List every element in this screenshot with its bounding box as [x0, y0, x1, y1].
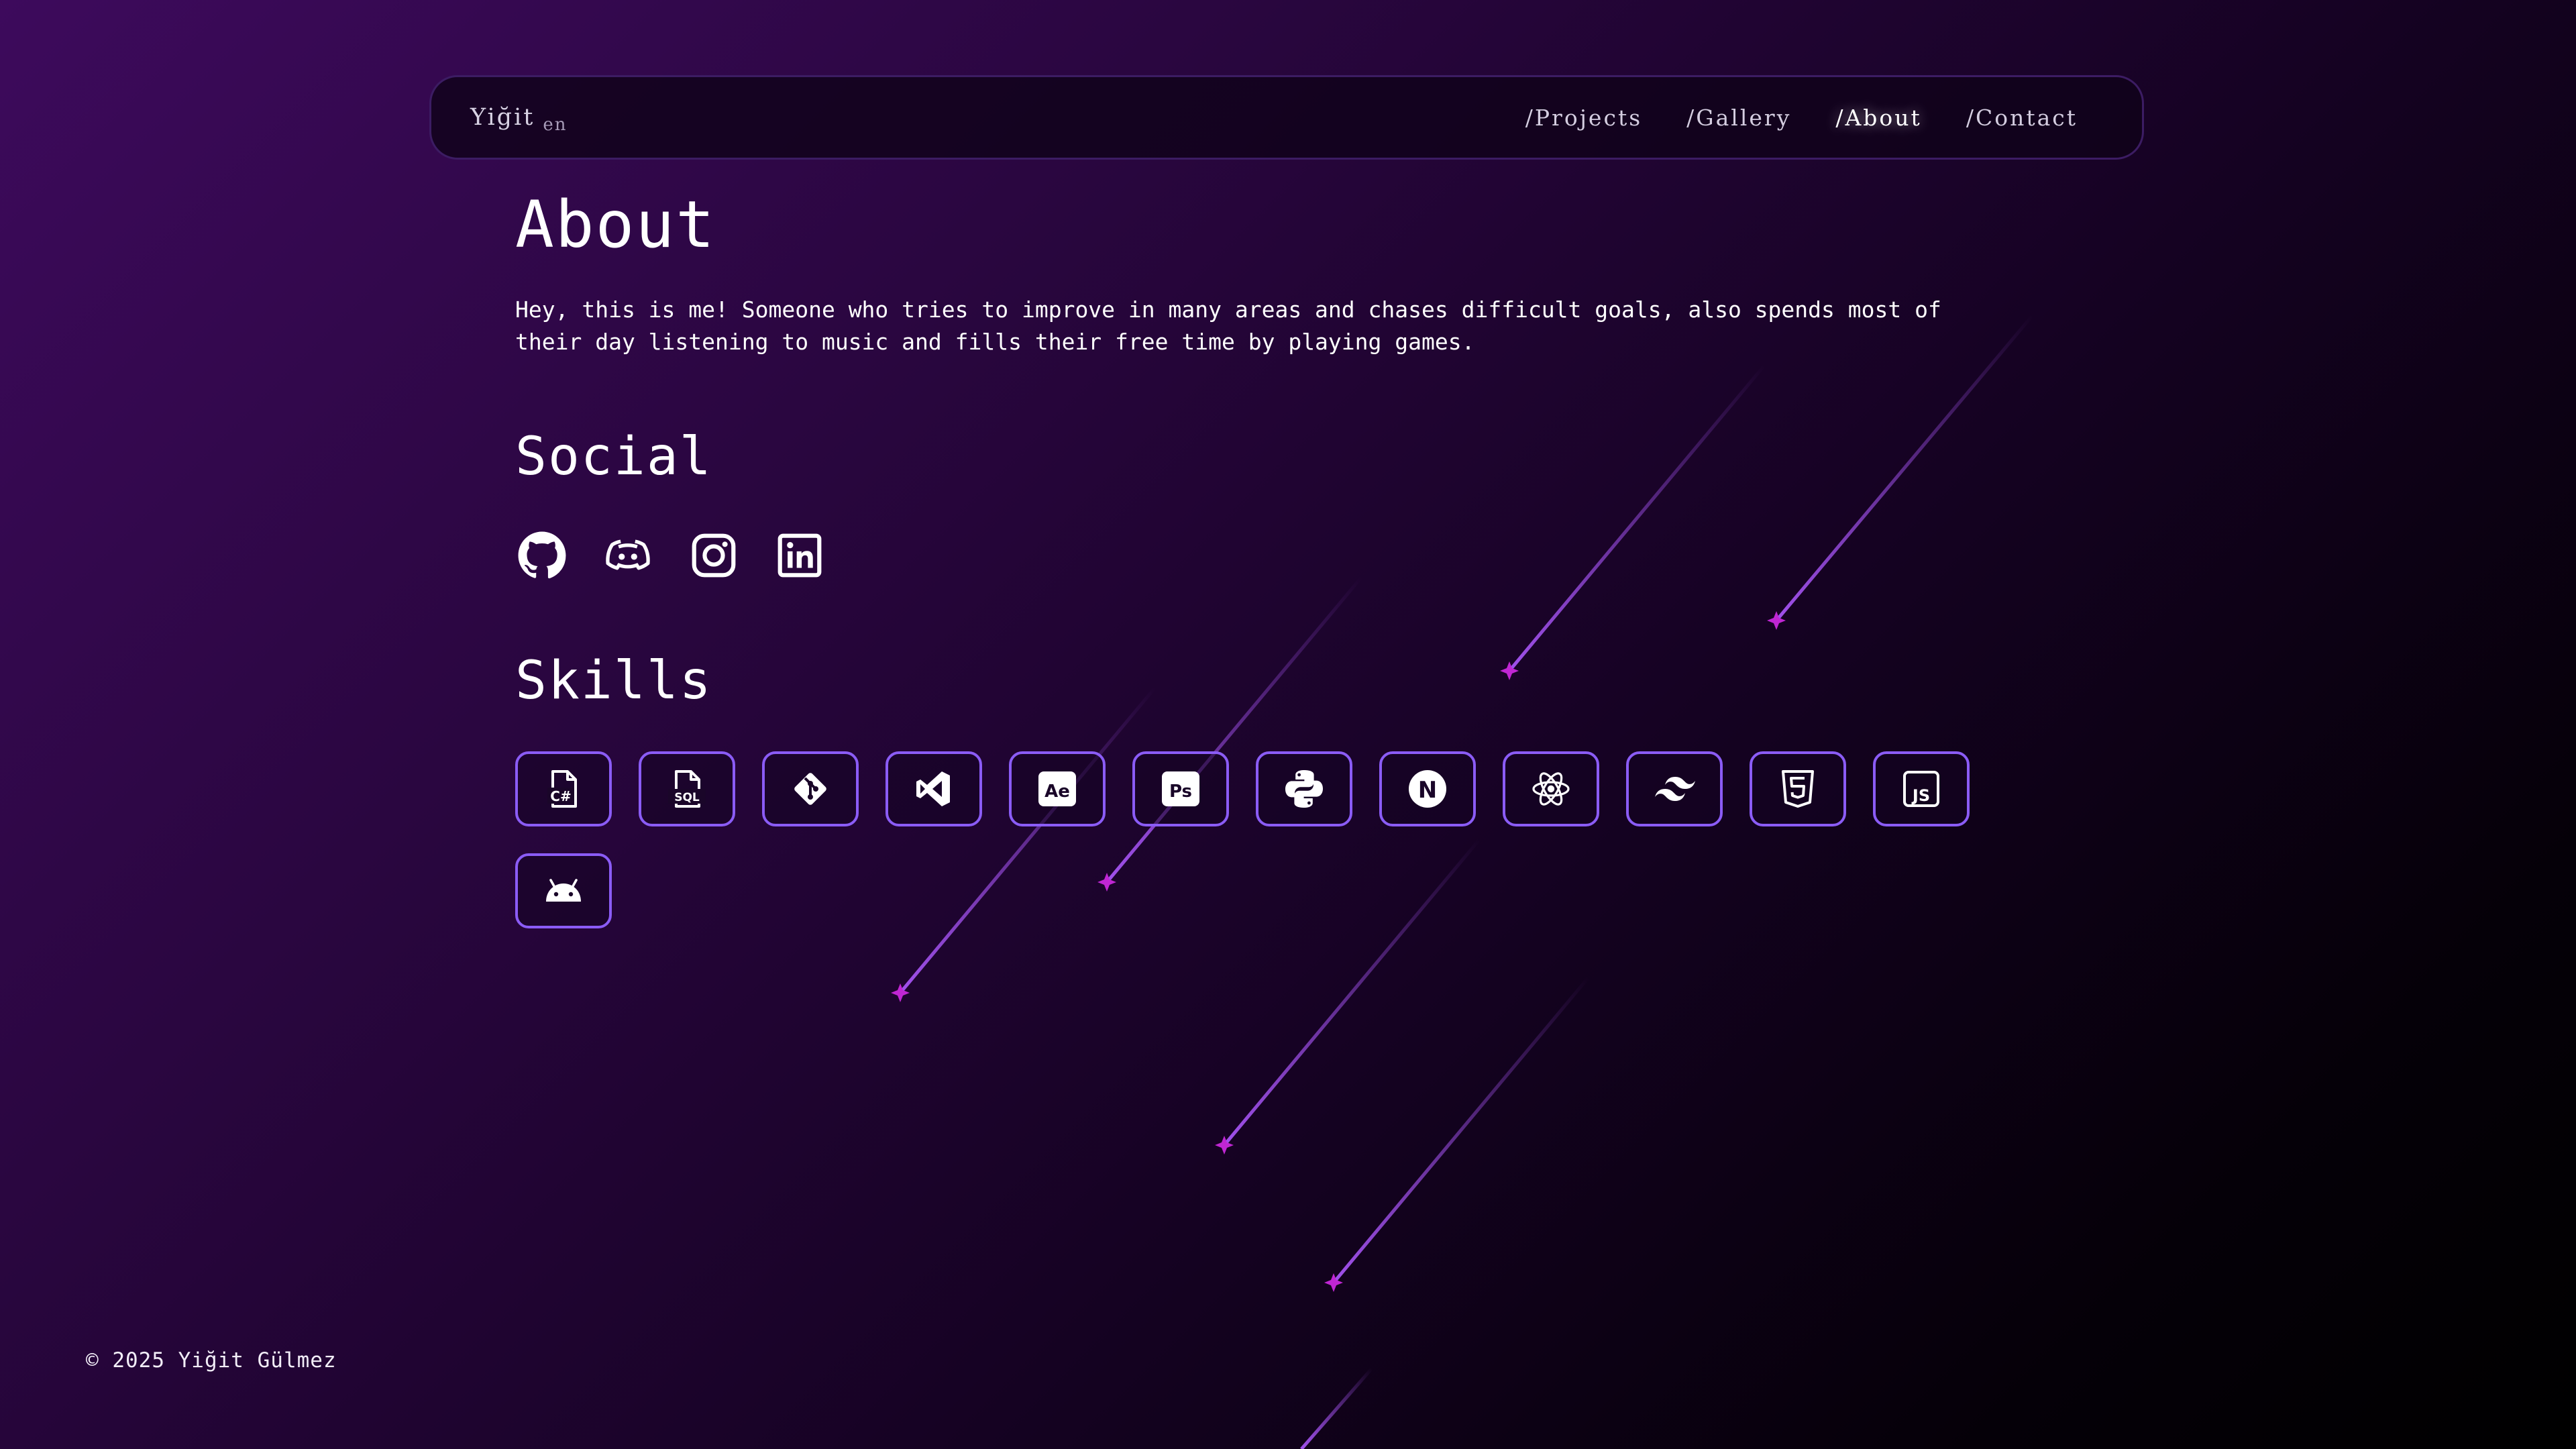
javascript-icon: JS — [1903, 771, 1939, 807]
footer-copyright: © 2025 Yiğit Gülmez — [86, 1348, 337, 1373]
github-icon — [518, 531, 566, 579]
javascript-label: JS — [1911, 786, 1930, 805]
skill-vscode[interactable] — [885, 751, 982, 826]
nav-link-contact[interactable]: /Contact — [1966, 105, 2078, 131]
skill-react[interactable] — [1503, 751, 1599, 826]
after-effects-label: Ae — [1044, 782, 1070, 802]
instagram-link[interactable] — [687, 529, 741, 582]
skill-html5[interactable] — [1750, 751, 1846, 826]
csharp-icon: C# — [547, 770, 577, 808]
social-links — [515, 529, 1991, 582]
brand[interactable]: Yiğit en — [470, 104, 568, 135]
android-icon — [546, 879, 581, 902]
sql-icon: SQL — [668, 770, 706, 808]
skill-tailwind[interactable] — [1626, 751, 1723, 826]
nextjs-icon: N — [1409, 770, 1446, 808]
sql-label: SQL — [674, 791, 700, 804]
react-icon — [1532, 772, 1570, 806]
main-content: About Hey, this is me! Someone who tries… — [515, 188, 1991, 928]
page-title: About — [515, 187, 716, 262]
top-navbar: Yiğit en /Projects /Gallery /About /Cont… — [429, 75, 2144, 160]
photoshop-label: Ps — [1169, 782, 1192, 802]
skill-javascript[interactable]: JS — [1873, 751, 1970, 826]
python-icon — [1285, 770, 1323, 808]
skill-android[interactable] — [515, 853, 612, 928]
nav-link-projects[interactable]: /Projects — [1525, 105, 1642, 131]
skill-nextjs[interactable]: N — [1379, 751, 1476, 826]
language-switch[interactable]: en — [543, 115, 567, 135]
linkedin-icon — [777, 533, 822, 578]
skill-after-effects[interactable]: Ae — [1009, 751, 1106, 826]
nav-link-gallery[interactable]: /Gallery — [1686, 105, 1791, 131]
nav-links: /Projects /Gallery /About /Contact — [1525, 105, 2078, 131]
nextjs-label: N — [1418, 777, 1437, 804]
about-text: Hey, this is me! Someone who tries to im… — [515, 297, 1941, 355]
vscode-icon — [916, 771, 950, 806]
skill-csharp[interactable]: C# — [515, 751, 612, 826]
skill-git[interactable] — [762, 751, 859, 826]
skill-python[interactable] — [1256, 751, 1352, 826]
nav-link-about[interactable]: /About — [1835, 105, 1921, 131]
skills-grid: C# SQL Ae Ps N JS — [515, 751, 1991, 928]
git-icon — [794, 773, 826, 805]
photoshop-icon: Ps — [1162, 771, 1199, 806]
skills-heading: Skills — [515, 651, 712, 711]
skill-photoshop[interactable]: Ps — [1132, 751, 1229, 826]
instagram-icon — [692, 533, 736, 578]
tailwind-icon — [1655, 777, 1695, 801]
linkedin-link[interactable] — [773, 529, 826, 582]
brand-name[interactable]: Yiğit — [470, 104, 535, 131]
after-effects-icon: Ae — [1038, 771, 1076, 806]
skill-sql[interactable]: SQL — [639, 751, 735, 826]
social-heading: Social — [515, 427, 712, 487]
github-link[interactable] — [515, 529, 569, 582]
discord-link[interactable] — [601, 529, 655, 582]
csharp-label: C# — [550, 788, 571, 804]
discord-icon — [606, 539, 650, 570]
html5-icon — [1782, 770, 1814, 808]
